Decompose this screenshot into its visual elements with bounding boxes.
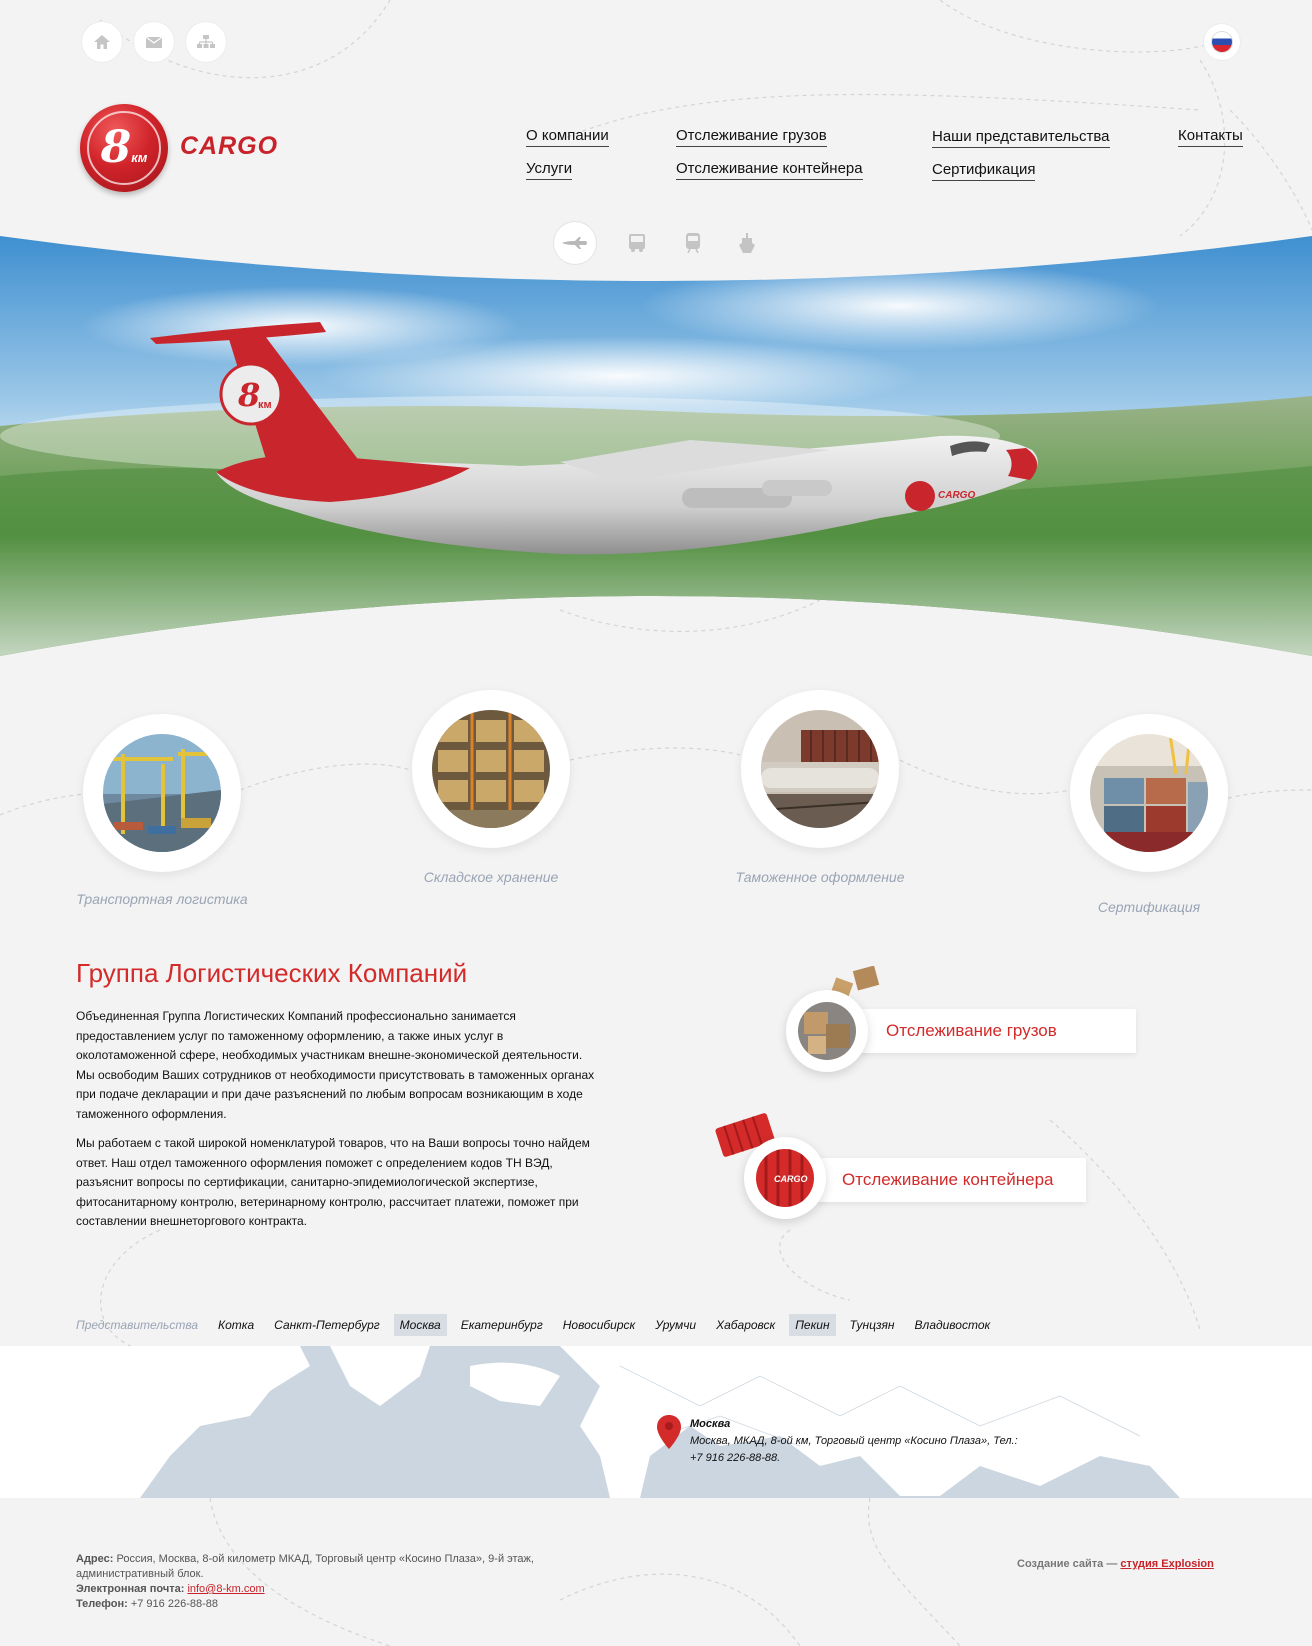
nav-cargo-tracking[interactable]: Отслеживание грузов xyxy=(676,127,827,147)
logo-ring xyxy=(87,111,161,185)
office-vladivostok[interactable]: Владивосток xyxy=(909,1314,997,1336)
office-kotka[interactable]: Котка xyxy=(212,1314,260,1336)
office-info-card: Москва Москва, МКАД, 8-ой км, Торговый ц… xyxy=(690,1416,1050,1467)
russia-flag-icon xyxy=(1212,32,1232,52)
hero-plane-logo-unit: км xyxy=(258,399,272,411)
cargo-tracking-label: Отслеживание грузов xyxy=(886,1021,1057,1040)
service-transport-logistics-label[interactable]: Транспортная логистика xyxy=(72,890,252,909)
service-transport-logistics[interactable] xyxy=(83,714,241,872)
hero-plane-word: CARGO xyxy=(938,490,975,501)
offices-bar: Представительства Котка Санкт-Петербург … xyxy=(76,1312,1004,1338)
footer-email-link[interactable]: info@8-km.com xyxy=(187,1583,264,1595)
office-moscow[interactable]: Москва xyxy=(393,1314,447,1336)
mail-icon xyxy=(146,36,162,48)
site-credit-link[interactable]: студия Explosion xyxy=(1120,1558,1213,1570)
service-photo-port xyxy=(103,734,221,852)
nav-services[interactable]: Услуги xyxy=(526,160,573,180)
intro-paragraph-1: Объединенная Группа Логистических Компан… xyxy=(76,1009,595,1121)
nav-certification[interactable]: Сертификация xyxy=(932,161,1036,181)
cargo-tracking-photo xyxy=(798,1002,856,1060)
hero-plane-logo-number: 8 xyxy=(237,376,260,414)
container-word: CARGO xyxy=(774,1174,808,1184)
mail-button[interactable] xyxy=(134,22,174,62)
service-customs-clearance[interactable] xyxy=(741,690,899,848)
footer-address: Адрес: Россия, Москва, 8-ой километр МКА… xyxy=(76,1553,534,1580)
service-warehouse-storage-label[interactable]: Складское хранение xyxy=(401,868,581,887)
offices-label: Представительства xyxy=(76,1318,199,1332)
container-tracking-photo: CARGO xyxy=(756,1149,814,1207)
office-saint-petersburg[interactable]: Санкт-Петербург xyxy=(268,1314,386,1336)
home-icon xyxy=(94,35,110,49)
cargo-tracking-button[interactable] xyxy=(786,990,868,1072)
office-card-address: Москва, МКАД, 8-ой км, Торговый центр «К… xyxy=(690,1435,1018,1447)
page-title: Группа Логистических Компаний xyxy=(76,958,468,988)
office-tongjiang[interactable]: Тунцзян xyxy=(844,1314,901,1336)
map-pin-icon[interactable] xyxy=(657,1415,681,1449)
footer-contacts: Адрес: Россия, Москва, 8-ой километр МКА… xyxy=(76,1552,546,1612)
nav-about[interactable]: О компании xyxy=(526,127,609,147)
logo[interactable]: 8 км xyxy=(80,104,168,192)
language-switch[interactable] xyxy=(1204,24,1240,60)
container-tracking-button[interactable]: CARGO xyxy=(744,1137,826,1219)
cargo-tracking-link[interactable]: Отслеживание грузов xyxy=(860,1009,1136,1053)
nav-contacts[interactable]: Контакты xyxy=(1178,127,1243,147)
world-map xyxy=(0,1346,1312,1498)
office-beijing[interactable]: Пекин xyxy=(789,1314,836,1336)
hero-banner: 8 км CARGO xyxy=(0,236,1312,656)
home-button[interactable] xyxy=(82,22,122,62)
office-card-phone: +7 916 226-88-88. xyxy=(690,1452,781,1464)
container-tracking-link[interactable]: Отслеживание контейнера xyxy=(818,1158,1086,1202)
office-urumqi[interactable]: Урумчи xyxy=(649,1314,702,1336)
office-yekaterinburg[interactable]: Екатеринбург xyxy=(455,1314,549,1336)
service-certification[interactable] xyxy=(1070,714,1228,872)
nav-container-tracking[interactable]: Отслеживание контейнера xyxy=(676,160,863,180)
nav-offices[interactable]: Наши представительства xyxy=(932,128,1110,148)
footer-phone: Телефон: +7 916 226-88-88 xyxy=(76,1598,218,1610)
service-photo-railway xyxy=(761,710,879,828)
container-tracking-label: Отслеживание контейнера xyxy=(842,1170,1054,1189)
intro-paragraph-2: Мы работаем с такой широкой номенклатуро… xyxy=(76,1136,590,1228)
office-novosibirsk[interactable]: Новосибирск xyxy=(557,1314,641,1336)
service-photo-containers xyxy=(1090,734,1208,852)
service-certification-label[interactable]: Сертификация xyxy=(1059,898,1239,917)
sitemap-icon xyxy=(197,35,215,48)
office-khabarovsk[interactable]: Хабаровск xyxy=(710,1314,781,1336)
offices-map[interactable] xyxy=(0,1346,1312,1498)
site-credit: Создание сайта — студия Explosion xyxy=(1017,1558,1214,1570)
footer-email: Электронная почта: info@8-km.com xyxy=(76,1583,265,1595)
service-photo-warehouse xyxy=(432,710,550,828)
service-customs-clearance-label[interactable]: Таможенное оформление xyxy=(730,868,910,887)
site-credit-prefix: Создание сайта — xyxy=(1017,1558,1118,1570)
sitemap-button[interactable] xyxy=(186,22,226,62)
logo-wordmark[interactable]: CARGO xyxy=(180,132,278,161)
service-warehouse-storage[interactable] xyxy=(412,690,570,848)
office-card-city: Москва xyxy=(690,1418,731,1430)
